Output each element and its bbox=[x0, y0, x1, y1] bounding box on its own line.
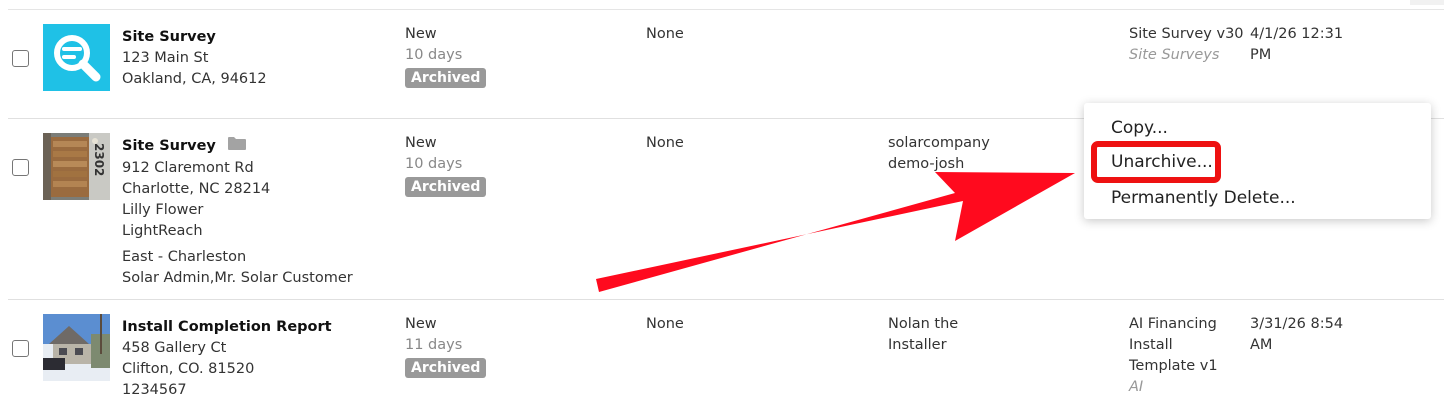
records-list: Site Survey 123 Main St Oakland, CA, 946… bbox=[0, 0, 1444, 404]
annotation-arrow-icon bbox=[596, 172, 1075, 292]
